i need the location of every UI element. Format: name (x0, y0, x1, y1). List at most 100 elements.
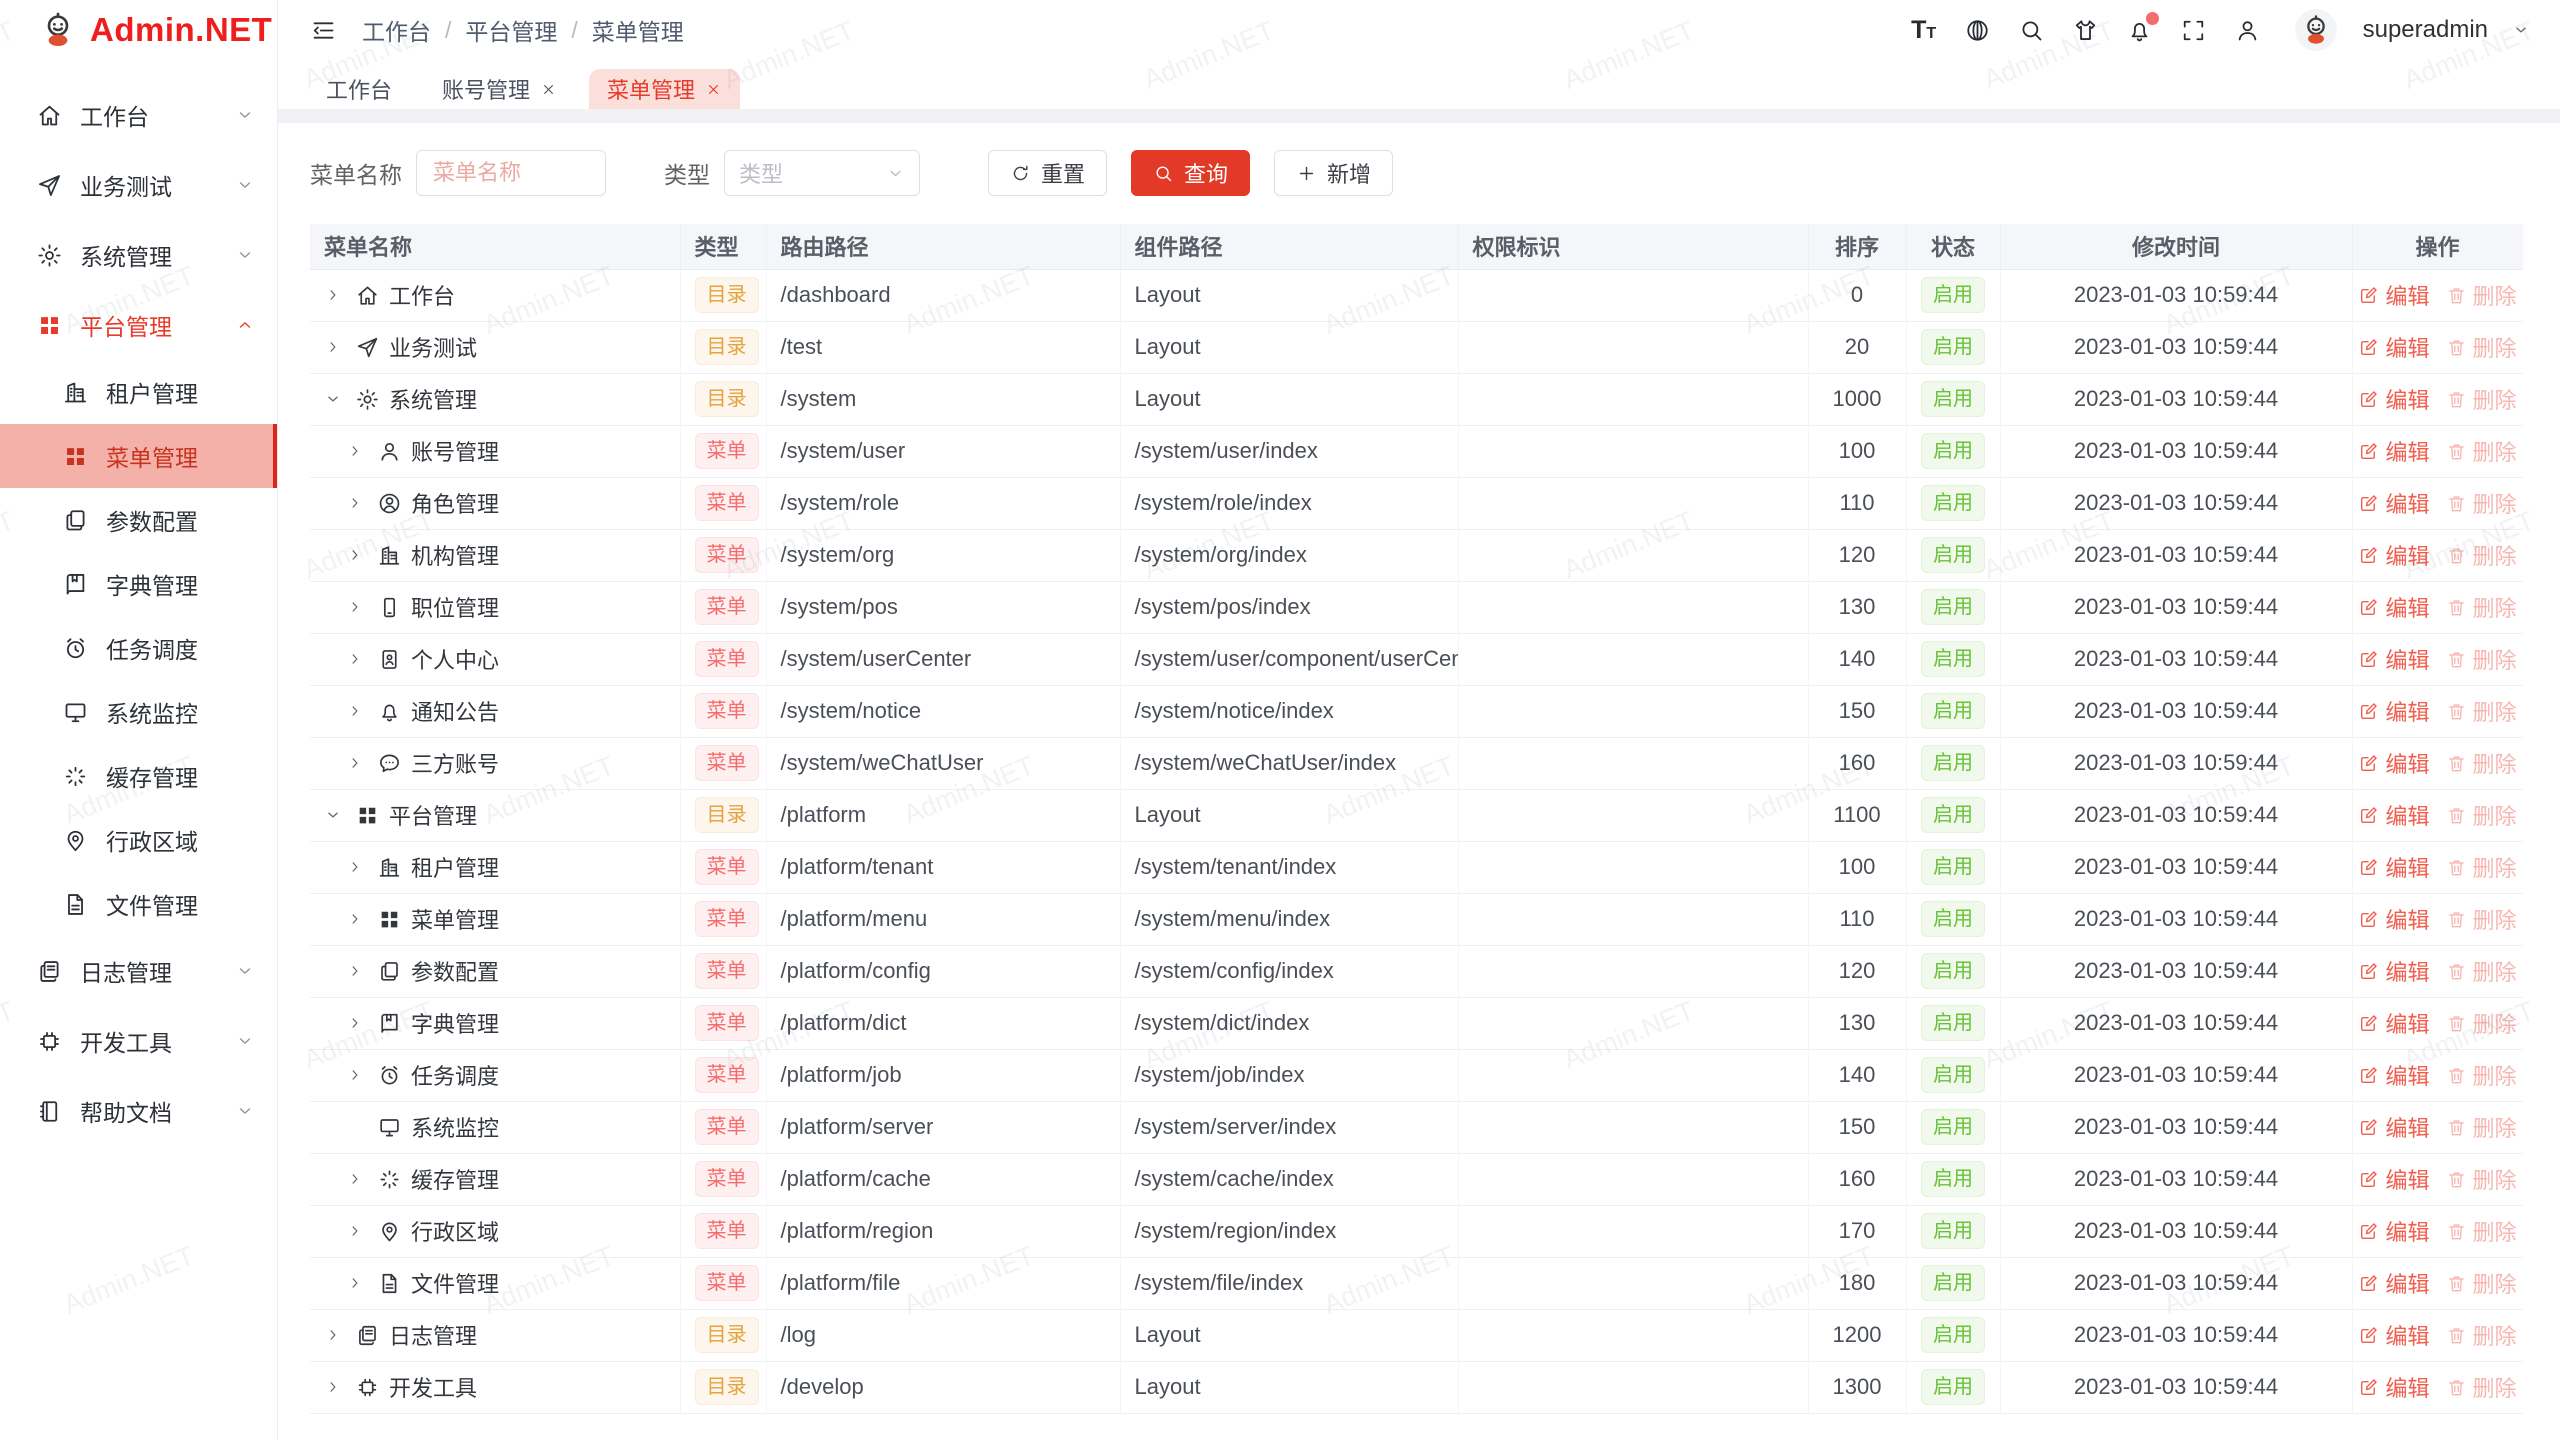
edit-button[interactable]: 编辑 (2358, 1371, 2429, 1403)
delete-button[interactable]: 删除 (2446, 539, 2517, 571)
edit-button[interactable]: 编辑 (2358, 695, 2429, 727)
sidebar-item-3[interactable]: 平台管理 (0, 290, 277, 360)
edit-button[interactable]: 编辑 (2358, 331, 2429, 363)
sidebar-subitem-3-2[interactable]: 参数配置 (0, 488, 277, 552)
expand-chevron-right-icon[interactable] (346, 754, 364, 772)
sidebar-subitem-3-5[interactable]: 系统监控 (0, 680, 277, 744)
delete-button[interactable]: 删除 (2446, 1007, 2517, 1039)
sidebar-item-2[interactable]: 系统管理 (0, 220, 277, 290)
expand-chevron-right-icon[interactable] (346, 1170, 364, 1188)
sidebar-item-5[interactable]: 开发工具 (0, 1006, 277, 1076)
delete-button[interactable]: 删除 (2446, 851, 2517, 883)
delete-button[interactable]: 删除 (2446, 1215, 2517, 1247)
edit-button[interactable]: 编辑 (2358, 851, 2429, 883)
avatar[interactable] (2295, 9, 2337, 51)
delete-button[interactable]: 删除 (2446, 1371, 2517, 1403)
menu-name-input[interactable] (416, 150, 606, 196)
font-size-icon[interactable]: TT (1909, 15, 1939, 45)
user-menu-chevron-down-icon[interactable] (2512, 21, 2530, 39)
edit-button[interactable]: 编辑 (2358, 1267, 2429, 1299)
expand-chevron-right-icon[interactable] (324, 1326, 342, 1344)
expand-chevron-right-icon[interactable] (346, 1222, 364, 1240)
expand-chevron-right-icon[interactable] (346, 1014, 364, 1032)
sidebar-subitem-3-8[interactable]: 文件管理 (0, 872, 277, 936)
query-button[interactable]: 查询 (1131, 150, 1250, 196)
expand-chevron-down-icon[interactable] (324, 806, 342, 824)
sidebar-subitem-3-0[interactable]: 租户管理 (0, 360, 277, 424)
edit-button[interactable]: 编辑 (2358, 435, 2429, 467)
tab-0[interactable]: 工作台 (308, 69, 410, 109)
delete-button[interactable]: 删除 (2446, 1319, 2517, 1351)
delete-button[interactable]: 删除 (2446, 331, 2517, 363)
language-icon[interactable] (1963, 15, 1993, 45)
expand-chevron-right-icon[interactable] (346, 650, 364, 668)
edit-button[interactable]: 编辑 (2358, 591, 2429, 623)
edit-button[interactable]: 编辑 (2358, 539, 2429, 571)
logo[interactable]: Admin.NET (0, 0, 277, 60)
theme-icon[interactable] (2071, 15, 2101, 45)
expand-chevron-right-icon[interactable] (324, 338, 342, 356)
expand-chevron-right-icon[interactable] (324, 286, 342, 304)
delete-button[interactable]: 删除 (2446, 435, 2517, 467)
edit-button[interactable]: 编辑 (2358, 1007, 2429, 1039)
sidebar-item-0[interactable]: 工作台 (0, 80, 277, 150)
expand-chevron-right-icon[interactable] (324, 1378, 342, 1396)
delete-button[interactable]: 删除 (2446, 487, 2517, 519)
edit-button[interactable]: 编辑 (2358, 799, 2429, 831)
add-button[interactable]: 新增 (1274, 150, 1393, 196)
edit-button[interactable]: 编辑 (2358, 487, 2429, 519)
expand-chevron-right-icon[interactable] (346, 1274, 364, 1292)
expand-chevron-right-icon[interactable] (346, 442, 364, 460)
tab-2[interactable]: 菜单管理 (589, 69, 740, 109)
sidebar-subitem-3-1[interactable]: 菜单管理 (0, 424, 277, 488)
delete-button[interactable]: 删除 (2446, 383, 2517, 415)
expand-chevron-right-icon[interactable] (346, 962, 364, 980)
edit-button[interactable]: 编辑 (2358, 1111, 2429, 1143)
delete-button[interactable]: 删除 (2446, 591, 2517, 623)
fullscreen-icon[interactable] (2179, 15, 2209, 45)
breadcrumb-item[interactable]: 菜单管理 (592, 13, 684, 47)
expand-chevron-down-icon[interactable] (324, 390, 342, 408)
edit-button[interactable]: 编辑 (2358, 903, 2429, 935)
edit-button[interactable]: 编辑 (2358, 383, 2429, 415)
expand-chevron-right-icon[interactable] (346, 858, 364, 876)
breadcrumb-item[interactable]: 平台管理 (465, 13, 557, 47)
delete-button[interactable]: 删除 (2446, 279, 2517, 311)
expand-chevron-right-icon[interactable] (346, 546, 364, 564)
type-select[interactable]: 类型 (724, 150, 920, 196)
delete-button[interactable]: 删除 (2446, 695, 2517, 727)
expand-chevron-right-icon[interactable] (346, 598, 364, 616)
delete-button[interactable]: 删除 (2446, 1267, 2517, 1299)
sidebar-item-1[interactable]: 业务测试 (0, 150, 277, 220)
delete-button[interactable]: 删除 (2446, 903, 2517, 935)
notification-icon[interactable] (2125, 15, 2155, 45)
delete-button[interactable]: 删除 (2446, 1163, 2517, 1195)
edit-button[interactable]: 编辑 (2358, 279, 2429, 311)
expand-chevron-right-icon[interactable] (346, 494, 364, 512)
edit-button[interactable]: 编辑 (2358, 643, 2429, 675)
expand-chevron-right-icon[interactable] (346, 910, 364, 928)
delete-button[interactable]: 删除 (2446, 799, 2517, 831)
expand-chevron-right-icon[interactable] (346, 702, 364, 720)
profile-icon[interactable] (2233, 15, 2263, 45)
search-icon[interactable] (2017, 15, 2047, 45)
edit-button[interactable]: 编辑 (2358, 1059, 2429, 1091)
expand-chevron-right-icon[interactable] (346, 1066, 364, 1084)
close-icon[interactable] (540, 81, 557, 98)
delete-button[interactable]: 删除 (2446, 643, 2517, 675)
delete-button[interactable]: 删除 (2446, 955, 2517, 987)
sidebar-subitem-3-4[interactable]: 任务调度 (0, 616, 277, 680)
reset-button[interactable]: 重置 (988, 150, 1107, 196)
breadcrumb-item[interactable]: 工作台 (362, 13, 431, 47)
edit-button[interactable]: 编辑 (2358, 1215, 2429, 1247)
tab-1[interactable]: 账号管理 (424, 69, 575, 109)
edit-button[interactable]: 编辑 (2358, 955, 2429, 987)
delete-button[interactable]: 删除 (2446, 1059, 2517, 1091)
menu-fold-icon[interactable] (308, 15, 338, 45)
sidebar-item-6[interactable]: 帮助文档 (0, 1076, 277, 1146)
username[interactable]: superadmin (2363, 16, 2488, 44)
delete-button[interactable]: 删除 (2446, 1111, 2517, 1143)
sidebar-subitem-3-7[interactable]: 行政区域 (0, 808, 277, 872)
edit-button[interactable]: 编辑 (2358, 1163, 2429, 1195)
sidebar-subitem-3-6[interactable]: 缓存管理 (0, 744, 277, 808)
